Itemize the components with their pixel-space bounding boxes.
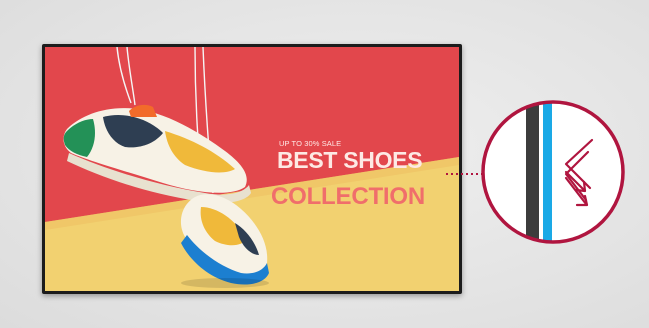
shoe-shadow xyxy=(181,278,269,288)
promo-artwork xyxy=(45,47,459,291)
signage-display: UP TO 30% SALE BEST SHOES COLLECTION xyxy=(42,44,462,294)
display-screen: UP TO 30% SALE BEST SHOES COLLECTION xyxy=(45,47,459,291)
